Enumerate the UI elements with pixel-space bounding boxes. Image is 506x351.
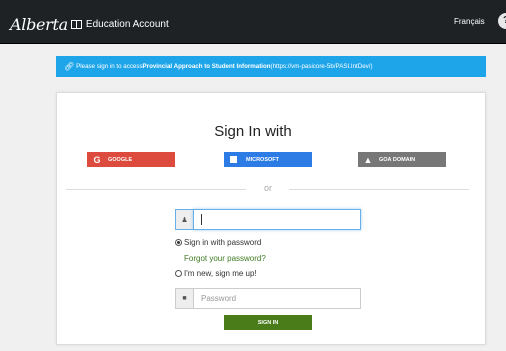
lock-icon: ■ [175, 288, 193, 309]
banner-url: (https://vm-pasicore-5b/PASI.IntDev/) [270, 63, 373, 70]
signin-title: Sign In with [214, 123, 292, 140]
google-icon: G [93, 154, 101, 165]
radio-unchecked-icon [175, 270, 182, 277]
radio-password-label: Sign in with password [184, 238, 262, 247]
password-group: ■ [175, 288, 361, 309]
divider-or: or [263, 183, 272, 193]
radio-checked-icon [175, 239, 182, 246]
sign-in-button[interactable]: SIGN IN [224, 315, 312, 330]
radio-new-label: I'm new, sign me up! [184, 269, 257, 278]
banner-prefix: Please sign in to access [76, 63, 143, 70]
divider-right [289, 189, 469, 190]
help-icon[interactable]: ? [498, 13, 506, 29]
radio-sign-in-with-password[interactable]: Sign in with password [175, 237, 261, 248]
alberta-wordmark: Alberta [10, 14, 68, 34]
google-label: GOOGLE [108, 156, 133, 163]
forgot-password-link[interactable]: Forgot your password? [184, 254, 266, 263]
alberta-logo[interactable]: Alberta Education Account [10, 13, 169, 35]
microsoft-label: MICROSOFT [246, 156, 279, 163]
link-icon: 🔗︎ [64, 62, 75, 71]
user-icon: ♟ [175, 209, 193, 230]
alberta-flag-icon [70, 19, 82, 29]
banner-app-name: Provincial Approach to Student Informati… [142, 63, 271, 70]
app-name: Education Account [85, 18, 169, 30]
goa-domain-button[interactable]: ▲ GOA DOMAIN [358, 152, 446, 167]
password-input[interactable] [193, 288, 361, 309]
divider-left [66, 189, 246, 190]
username-input[interactable] [193, 209, 361, 230]
radio-new-user-signup[interactable]: I'm new, sign me up! [175, 268, 257, 279]
top-header: Alberta Education Account Français ? [0, 0, 506, 44]
goa-label: GOA DOMAIN [379, 156, 416, 163]
microsoft-icon [230, 156, 237, 163]
google-signin-button[interactable]: G GOOGLE [87, 152, 175, 167]
text-cursor [201, 214, 202, 225]
username-group: ♟ [175, 209, 361, 230]
info-banner: 🔗︎ Please sign in to access Provincial A… [56, 56, 486, 77]
microsoft-signin-button[interactable]: MICROSOFT [224, 152, 312, 167]
user-icon: ▲ [363, 154, 373, 165]
language-toggle-link[interactable]: Français [454, 17, 485, 26]
